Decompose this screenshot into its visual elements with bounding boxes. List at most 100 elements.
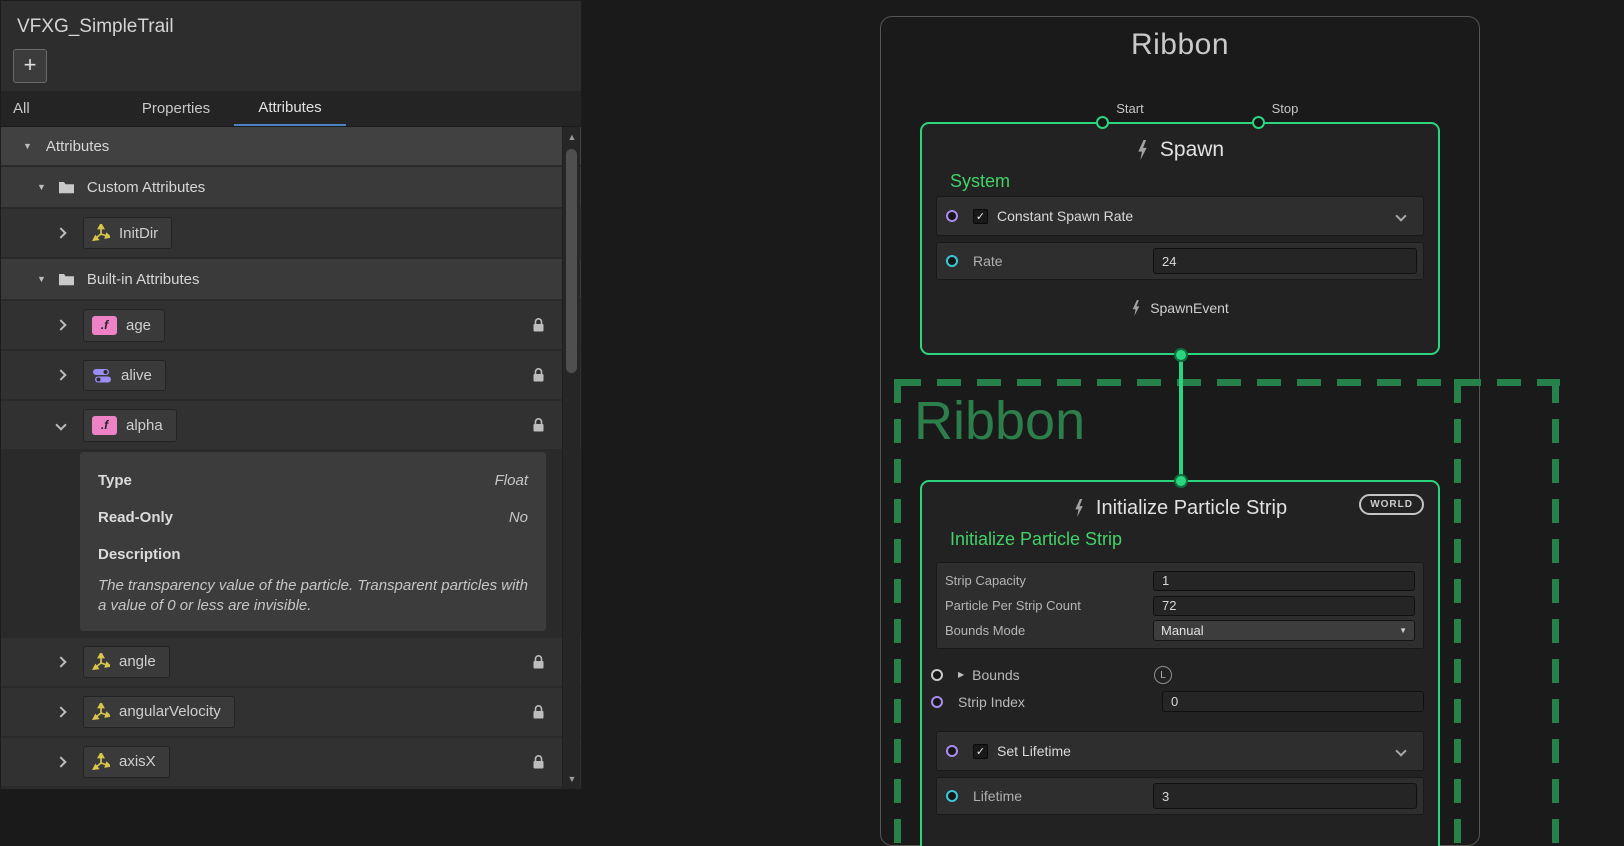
flow-edge[interactable] <box>1179 355 1183 482</box>
lock-icon <box>532 704 545 719</box>
attribute-name: InitDir <box>119 225 158 242</box>
block-enabled-checkbox[interactable]: ✓ <box>973 209 988 224</box>
initialize-particle-strip-node[interactable]: Initialize Particle Strip WORLD Initiali… <box>920 480 1440 846</box>
attribute-pill: .f alpha <box>83 409 177 442</box>
spawn-event-footer: SpawnEvent <box>922 292 1438 324</box>
tab-attributes[interactable]: Attributes <box>234 91 346 126</box>
strip-index-input[interactable] <box>1162 691 1424 712</box>
folder-label: Built-in Attributes <box>87 271 200 288</box>
dropdown-arrow-icon: ▼ <box>1399 626 1407 635</box>
block-enabled-checkbox[interactable]: ✓ <box>973 744 988 759</box>
bounds-port[interactable] <box>931 669 943 681</box>
foldout-open-icon[interactable]: ▼ <box>37 183 46 192</box>
bounds-mode-dropdown[interactable]: Manual ▼ <box>1153 620 1415 641</box>
lifetime-row: Lifetime <box>936 777 1424 815</box>
rate-port[interactable] <box>946 255 958 267</box>
attribute-row-angle[interactable]: angle <box>1 638 581 686</box>
expand-chevron-icon[interactable] <box>55 319 66 330</box>
spawn-stop-port[interactable] <box>1252 116 1265 129</box>
strip-index-row: Strip Index <box>936 688 1424 715</box>
world-space-badge[interactable]: WORLD <box>1359 494 1424 515</box>
attribute-row-age[interactable]: .f age <box>1 301 581 349</box>
foldout-open-icon[interactable]: ▼ <box>37 275 46 284</box>
bool-type-icon <box>92 367 112 384</box>
expand-chevron-icon[interactable] <box>55 706 66 717</box>
attribute-name: alive <box>121 367 152 384</box>
particle-per-strip-input[interactable] <box>1153 596 1415 616</box>
init-context-label: Initialize Particle Strip <box>922 524 1438 554</box>
expand-chevron-icon[interactable] <box>55 227 66 238</box>
add-attribute-button[interactable]: + <box>13 49 47 83</box>
expand-chevron-icon[interactable] <box>55 369 66 380</box>
builtin-attributes-folder[interactable]: ▼ Built-in Attributes <box>1 259 581 299</box>
rate-row: Rate <box>936 242 1424 280</box>
set-lifetime-block[interactable]: ✓ Set Lifetime <box>936 731 1424 771</box>
strip-index-label: Strip Index <box>958 694 1025 710</box>
scrollbar[interactable]: ▲ ▼ <box>562 127 580 789</box>
bounds-foldout-icon[interactable]: ▶ <box>958 671 964 679</box>
attribute-name: angle <box>119 653 156 670</box>
init-context-icon <box>1073 499 1085 517</box>
scroll-down-arrow-icon[interactable]: ▼ <box>563 771 581 787</box>
attribute-row-axisx[interactable]: axisX <box>1 738 581 786</box>
scroll-up-arrow-icon[interactable]: ▲ <box>563 129 581 145</box>
collapse-chevron-icon[interactable] <box>55 419 66 430</box>
lifetime-label: Lifetime <box>973 788 1022 804</box>
lock-icon <box>532 318 545 333</box>
spawn-output-port[interactable] <box>1174 348 1188 362</box>
blackboard-header: VFXG_SimpleTrail + <box>1 1 581 91</box>
readonly-value: No <box>509 509 528 526</box>
folder-icon <box>58 273 75 286</box>
vector-type-icon <box>92 753 110 771</box>
custom-attributes-folder[interactable]: ▼ Custom Attributes <box>1 167 581 207</box>
tab-all[interactable]: All <box>1 91 118 126</box>
bounds-mode-label: Bounds Mode <box>945 623 1025 638</box>
spawn-node[interactable]: Spawn System ✓ Constant Spawn Rate Rate … <box>920 122 1440 355</box>
chevron-down-icon[interactable] <box>1395 210 1406 221</box>
spawn-event-label: SpawnEvent <box>1150 300 1229 316</box>
vector-type-icon <box>92 653 110 671</box>
attribute-row-alpha[interactable]: .f alpha <box>1 401 581 449</box>
strip-capacity-label: Strip Capacity <box>945 573 1026 588</box>
system-border-left <box>894 379 901 846</box>
lock-icon <box>532 418 545 433</box>
attribute-name: angularVelocity <box>119 703 221 720</box>
local-space-badge[interactable]: L <box>1154 666 1172 684</box>
strip-capacity-input[interactable] <box>1153 571 1415 591</box>
attribute-row-initdir[interactable]: InitDir <box>1 209 581 257</box>
readonly-label: Read-Only <box>98 509 173 526</box>
lock-icon <box>532 368 545 383</box>
attribute-row-alive[interactable]: alive <box>1 351 581 399</box>
start-port-label: Start <box>1116 101 1143 116</box>
section-label: Attributes <box>46 138 109 155</box>
block-port[interactable] <box>946 745 958 757</box>
group-title[interactable]: Ribbon <box>880 28 1480 62</box>
block-port[interactable] <box>946 210 958 222</box>
spawn-start-port[interactable] <box>1096 116 1109 129</box>
attribute-name: axisX <box>119 753 156 770</box>
lifetime-input[interactable] <box>1153 783 1417 809</box>
tab-properties[interactable]: Properties <box>118 91 234 126</box>
system-border-right <box>1454 379 1461 846</box>
description-label: Description <box>98 546 181 563</box>
init-input-port[interactable] <box>1174 474 1188 488</box>
lifetime-port[interactable] <box>946 790 958 802</box>
attribute-pill: alive <box>83 360 166 391</box>
constant-spawn-rate-block[interactable]: ✓ Constant Spawn Rate <box>936 196 1424 236</box>
expand-chevron-icon[interactable] <box>55 756 66 767</box>
bounds-mode-value: Manual <box>1161 623 1204 638</box>
attributes-section-header[interactable]: ▼ Attributes <box>1 127 581 165</box>
expand-chevron-icon[interactable] <box>55 656 66 667</box>
strip-index-port[interactable] <box>931 696 943 708</box>
rate-input[interactable] <box>1153 248 1417 274</box>
attribute-row-angularvelocity[interactable]: angularVelocity <box>1 688 581 736</box>
spawn-node-header: Spawn <box>922 134 1438 166</box>
chevron-down-icon[interactable] <box>1395 745 1406 756</box>
description-text: The transparency value of the particle. … <box>98 576 528 617</box>
scrollbar-thumb[interactable] <box>566 149 577 373</box>
lock-icon <box>532 754 545 769</box>
bounds-row: ▶ Bounds L <box>936 661 1424 688</box>
foldout-open-icon[interactable]: ▼ <box>23 142 32 151</box>
blackboard-body: ▼ Attributes ▼ Custom Attributes <box>1 127 581 790</box>
init-settings-box: Strip Capacity Particle Per Strip Count … <box>936 562 1424 649</box>
